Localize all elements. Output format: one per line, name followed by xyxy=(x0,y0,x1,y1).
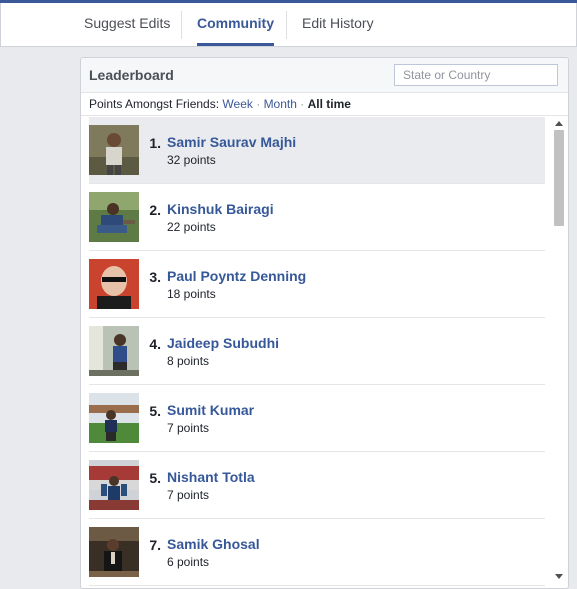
rank-number: 1. xyxy=(149,135,161,151)
rank-number: 4. xyxy=(149,336,161,352)
member-points: 7 points xyxy=(167,421,210,435)
filter-week-link[interactable]: Week xyxy=(222,97,252,111)
tab-edit-history[interactable]: Edit History xyxy=(302,3,374,46)
scroll-down-icon[interactable] xyxy=(555,574,563,579)
leaderboard-row[interactable]: 5. Nishant Totla 7 points xyxy=(89,452,545,519)
leaderboard-row[interactable]: 2. Kinshuk Bairagi 22 points xyxy=(89,184,545,251)
divider xyxy=(81,115,568,116)
tab-divider xyxy=(181,11,182,39)
rank-number: 5. xyxy=(149,470,161,486)
leaderboard-row[interactable]: 1. Samir Saurav Majhi 32 points xyxy=(89,117,545,184)
member-points: 32 points xyxy=(167,153,216,167)
avatar[interactable] xyxy=(89,393,139,443)
tab-suggest-edits[interactable]: Suggest Edits xyxy=(84,3,170,46)
tab-community[interactable]: Community xyxy=(197,3,274,46)
tabs-bar: Suggest Edits Community Edit History xyxy=(0,3,577,47)
leaderboard-row[interactable]: 3. Paul Poyntz Denning 18 points xyxy=(89,251,545,318)
rank-number: 7. xyxy=(149,537,161,553)
points-filter-row: Points Amongst Friends: Week · Month · A… xyxy=(89,97,351,111)
member-points: 7 points xyxy=(167,488,210,502)
member-name-link[interactable]: Paul Poyntz Denning xyxy=(167,268,306,284)
scroll-up-icon[interactable] xyxy=(555,121,563,126)
avatar[interactable] xyxy=(89,192,139,242)
leaderboard-row[interactable]: 5. Sumit Kumar 7 points xyxy=(89,385,545,452)
rank-number: 5. xyxy=(149,403,161,419)
filter-separator: · xyxy=(256,97,261,111)
leaderboard-list: 1. Samir Saurav Majhi 32 points 2. Kinsh… xyxy=(89,117,545,588)
member-points: 6 points xyxy=(167,555,210,569)
leaderboard-scrollbar[interactable] xyxy=(552,117,566,583)
avatar[interactable] xyxy=(89,527,139,577)
filter-label: Points Amongst Friends: xyxy=(89,97,220,111)
member-name-link[interactable]: Jaideep Subudhi xyxy=(167,335,279,351)
leaderboard-row[interactable]: 7. Samik Ghosal 6 points xyxy=(89,519,545,586)
filter-month-link[interactable]: Month xyxy=(264,97,297,111)
member-name-link[interactable]: Kinshuk Bairagi xyxy=(167,201,274,217)
avatar[interactable] xyxy=(89,460,139,510)
state-country-search-input[interactable]: State or Country xyxy=(394,64,558,86)
leaderboard-title: Leaderboard xyxy=(89,67,174,83)
filter-separator: · xyxy=(300,97,305,111)
rank-number: 2. xyxy=(149,202,161,218)
member-name-link[interactable]: Samir Saurav Majhi xyxy=(167,134,296,150)
leaderboard-header: Leaderboard State or Country xyxy=(81,58,568,93)
avatar[interactable] xyxy=(89,326,139,376)
tab-divider xyxy=(286,11,287,39)
member-points: 8 points xyxy=(167,354,210,368)
member-name-link[interactable]: Nishant Totla xyxy=(167,469,255,485)
filter-all-time[interactable]: All time xyxy=(308,97,351,111)
member-name-link[interactable]: Sumit Kumar xyxy=(167,402,254,418)
member-points: 18 points xyxy=(167,287,216,301)
member-name-link[interactable]: Samik Ghosal xyxy=(167,536,260,552)
avatar[interactable] xyxy=(89,259,139,309)
rank-number: 3. xyxy=(149,269,161,285)
leaderboard-panel: Leaderboard State or Country Points Amon… xyxy=(80,57,569,589)
leaderboard-row[interactable]: 4. Jaideep Subudhi 8 points xyxy=(89,318,545,385)
avatar[interactable] xyxy=(89,125,139,175)
scrollbar-thumb[interactable] xyxy=(554,130,564,226)
member-points: 22 points xyxy=(167,220,216,234)
